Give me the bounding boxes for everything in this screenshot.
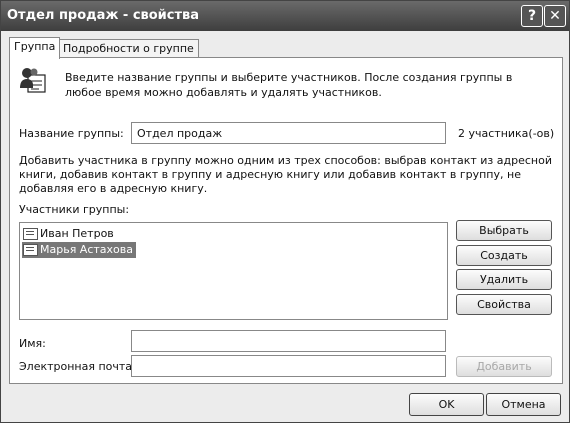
help-button[interactable]: ? xyxy=(521,5,543,27)
group-name-label: Название группы: xyxy=(19,127,124,140)
properties-button[interactable]: Свойства xyxy=(456,294,552,315)
ok-button[interactable]: OK xyxy=(409,393,484,416)
close-button[interactable]: ✕ xyxy=(544,5,566,27)
member-name: Марья Астахова xyxy=(40,243,133,256)
group-contacts-icon xyxy=(20,68,46,93)
email-label: Электронная почта: xyxy=(19,360,136,373)
tab-group-details[interactable]: Подробности о группе xyxy=(58,39,199,58)
contact-card-icon xyxy=(23,228,38,240)
member-name: Иван Петров xyxy=(40,227,114,240)
add-button[interactable]: Добавить xyxy=(456,356,552,377)
tab-group[interactable]: Группа xyxy=(9,37,61,59)
list-item[interactable]: Марья Астахова xyxy=(22,242,136,258)
tab-panel-group: Введите название группы и выберите участ… xyxy=(9,57,563,384)
name-input[interactable] xyxy=(131,330,446,352)
window-title: Отдел продаж - свойства xyxy=(7,8,200,23)
cancel-button[interactable]: Отмена xyxy=(486,393,561,416)
intro-text: Введите название группы и выберите участ… xyxy=(65,71,513,99)
members-label: Участники группы: xyxy=(19,203,130,216)
title-bar[interactable]: Отдел продаж - свойства ? ✕ xyxy=(1,1,569,31)
contact-card-icon xyxy=(23,244,38,256)
email-input[interactable] xyxy=(131,355,446,377)
create-contact-button[interactable]: Создать контакт xyxy=(456,245,552,282)
members-list[interactable]: Иван Петров Марья Астахова xyxy=(19,222,448,320)
delete-button[interactable]: Удалить xyxy=(456,269,552,290)
select-button[interactable]: Выбрать xyxy=(456,220,552,241)
name-label: Имя: xyxy=(19,337,46,350)
member-count: 2 участника(-ов) xyxy=(458,127,555,140)
group-name-input[interactable]: Отдел продаж xyxy=(131,122,446,144)
properties-dialog: Отдел продаж - свойства ? ✕ Группа Подро… xyxy=(0,0,570,423)
list-item[interactable]: Иван Петров xyxy=(22,226,117,242)
add-member-hint: Добавить участника в группу можно одним … xyxy=(19,154,552,195)
